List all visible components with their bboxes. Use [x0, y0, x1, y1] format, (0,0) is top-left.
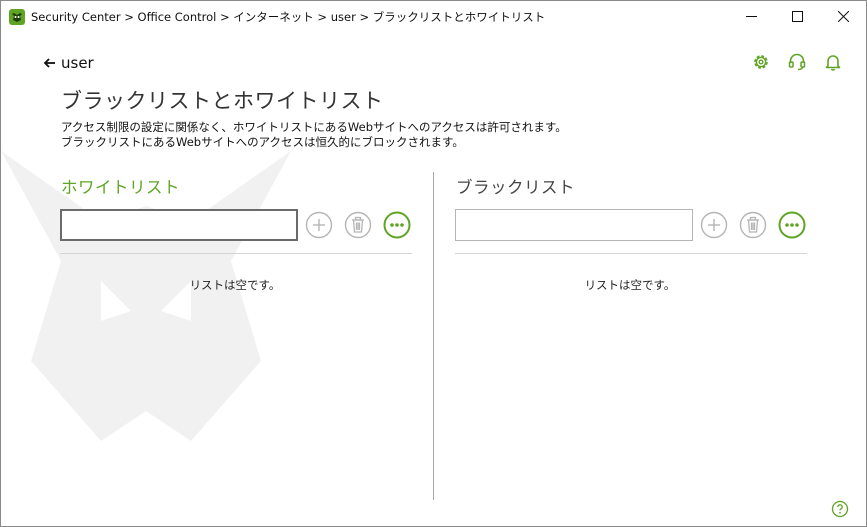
- panel-separator: [433, 172, 434, 500]
- dr-web-spider-icon: [9, 9, 25, 25]
- blacklist-input[interactable]: [455, 209, 693, 241]
- close-button[interactable]: [820, 1, 866, 32]
- ellipsis-icon: [785, 223, 799, 227]
- blacklist-add-button[interactable]: [700, 211, 728, 239]
- minimize-icon: [745, 16, 757, 17]
- plus-icon: [313, 219, 325, 231]
- window-title: Security Center > Office Control > インターネ…: [31, 10, 546, 24]
- blacklist-title: ブラックリスト: [456, 178, 575, 197]
- app-window: Security Center > Office Control > インターネ…: [0, 0, 867, 527]
- whitelist-add-button[interactable]: [305, 211, 333, 239]
- whitelist-input[interactable]: [60, 209, 298, 241]
- back-link[interactable]: user: [43, 54, 94, 72]
- plus-icon: [708, 219, 720, 231]
- minimize-button[interactable]: [728, 1, 774, 32]
- title-bar: Security Center > Office Control > インターネ…: [1, 1, 866, 32]
- whitelist-divider: [60, 253, 412, 254]
- trash-icon: [352, 216, 364, 233]
- blacklist-more-button[interactable]: [778, 211, 806, 239]
- whitelist-empty-text: リストは空です。: [189, 278, 281, 292]
- blacklist-delete-button[interactable]: [739, 211, 767, 239]
- whitelist-more-button[interactable]: [383, 211, 411, 239]
- page-title: ブラックリストとホワイトリスト: [61, 89, 384, 113]
- whitelist-title: ホワイトリスト: [61, 178, 180, 197]
- blacklist-divider: [455, 253, 807, 254]
- gear-icon[interactable]: [751, 52, 771, 72]
- headset-icon[interactable]: [787, 52, 807, 72]
- arrow-left-icon: [43, 58, 55, 68]
- description-line-2: ブラックリストにあるWebサイトへのアクセスは恒久的にブロックされます。: [61, 135, 464, 149]
- whitelist-delete-button[interactable]: [344, 211, 372, 239]
- close-icon: [837, 11, 849, 22]
- ellipsis-icon: [390, 223, 404, 227]
- page-description: アクセス制限の設定に関係なく、ホワイトリストにあるWebサイトへのアクセスは許可…: [61, 120, 567, 150]
- description-line-1: アクセス制限の設定に関係なく、ホワイトリストにあるWebサイトへのアクセスは許可…: [61, 120, 567, 134]
- back-label: user: [61, 54, 94, 72]
- question-icon[interactable]: [831, 500, 849, 518]
- bell-icon[interactable]: [823, 52, 843, 72]
- blacklist-empty-text: リストは空です。: [584, 278, 676, 292]
- trash-icon: [747, 216, 759, 233]
- maximize-button[interactable]: [774, 1, 820, 32]
- maximize-icon: [791, 11, 803, 22]
